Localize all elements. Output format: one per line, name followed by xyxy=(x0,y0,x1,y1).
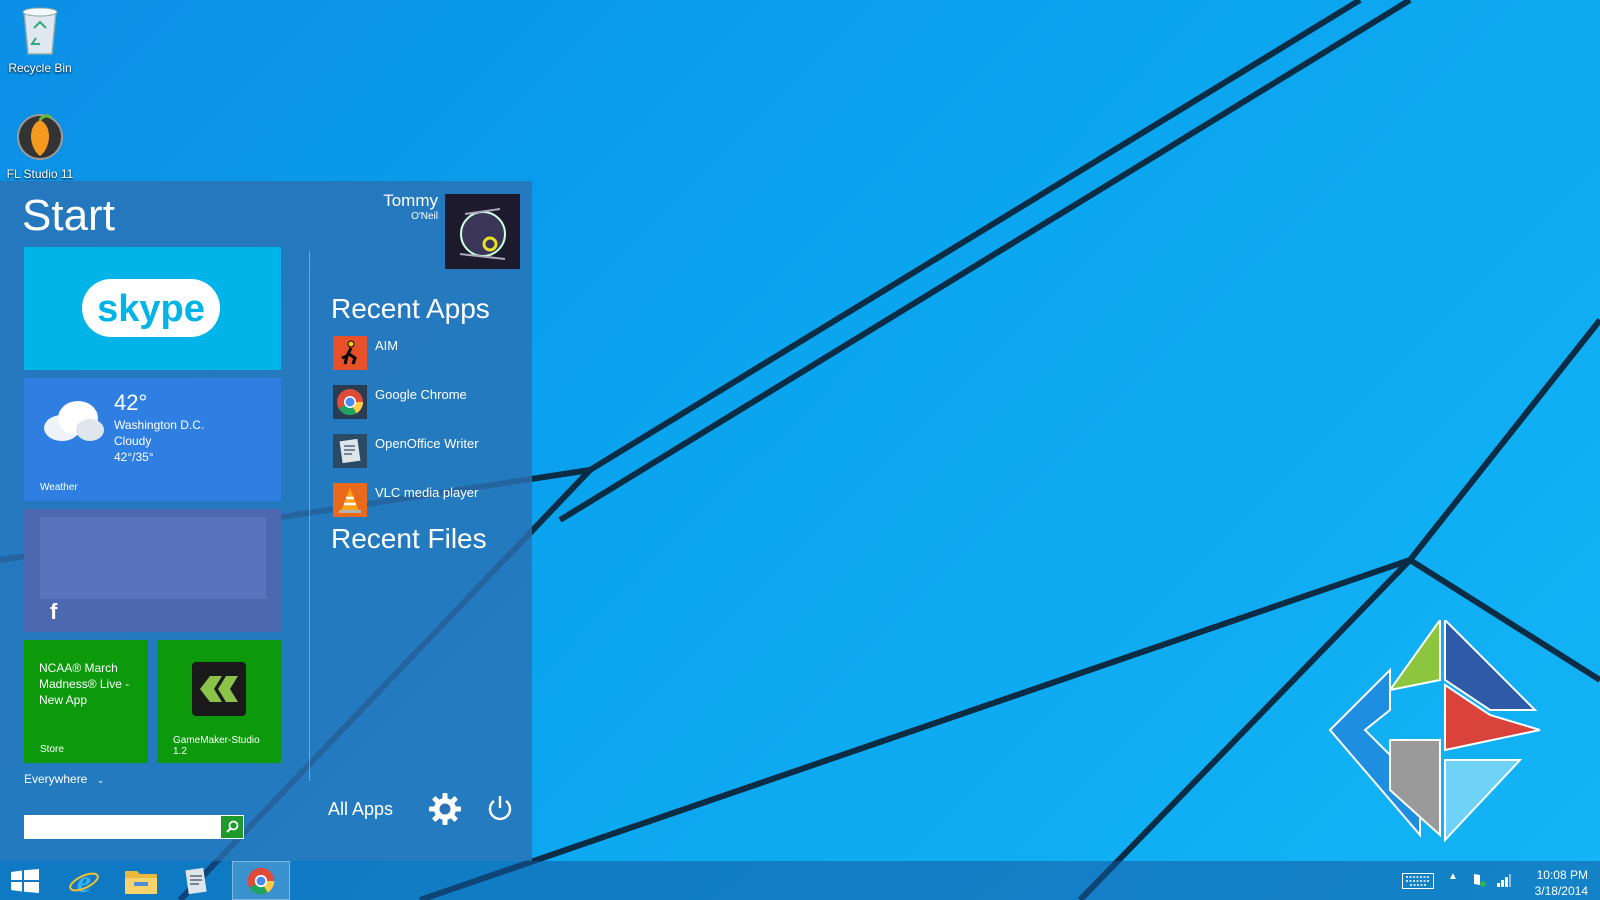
chrome-icon xyxy=(333,385,367,419)
user-last-name: O'Neil xyxy=(411,211,438,222)
user-first-name[interactable]: Tommy xyxy=(383,191,438,211)
facebook-icon: f xyxy=(50,599,58,624)
folder-icon xyxy=(125,871,157,894)
start-menu: Start Tommy O'Neil skype 42° Washington … xyxy=(0,181,532,861)
clock-time: 10:08 PM xyxy=(1536,868,1588,882)
recent-app-chrome[interactable]: Google Chrome xyxy=(333,385,513,421)
taskbar-file-explorer[interactable] xyxy=(112,861,168,900)
gamemaker-tile[interactable]: GameMaker-Studio 1.2 xyxy=(157,640,281,763)
search-input[interactable] xyxy=(24,815,226,837)
chrome-icon xyxy=(247,867,275,895)
weather-tile-label: Weather xyxy=(40,482,78,493)
user-avatar[interactable] xyxy=(445,194,520,269)
search-scope-dropdown[interactable]: Everywhere ⌄ xyxy=(24,772,104,786)
search-box xyxy=(24,815,244,839)
recent-app-openoffice-writer[interactable]: OpenOffice Writer xyxy=(333,434,513,470)
recent-app-vlc[interactable]: VLC media player xyxy=(333,483,513,519)
keyboard-icon[interactable] xyxy=(1402,873,1434,889)
desktop-icon-label: Recycle Bin xyxy=(8,61,72,75)
network-signal-icon[interactable] xyxy=(1496,872,1512,888)
skype-tile[interactable]: skype xyxy=(24,247,281,370)
skype-logo-text: skype xyxy=(97,288,205,330)
weather-tile[interactable]: 42° Washington D.C. Cloudy 42°/35° Weath… xyxy=(24,378,281,501)
weather-city: Washington D.C. xyxy=(114,418,205,432)
weather-temp: 42° xyxy=(114,390,148,415)
start-button[interactable] xyxy=(0,861,56,900)
search-icon xyxy=(226,820,239,833)
search-scope-label: Everywhere xyxy=(24,772,88,786)
recent-app-name: OpenOffice Writer xyxy=(375,436,479,451)
vlc-icon xyxy=(333,483,367,517)
taskbar-internet-explorer[interactable]: e xyxy=(56,861,112,900)
store-tile[interactable]: NCAA® March Madness® Live - New App Stor… xyxy=(24,640,148,763)
recent-files-heading: Recent Files xyxy=(331,523,487,554)
internet-explorer-icon: e xyxy=(69,865,99,897)
store-tile-label: Store xyxy=(40,744,64,755)
gamemaker-tile-label: GameMaker-Studio 1.2 xyxy=(173,735,260,757)
svg-text:e: e xyxy=(77,865,91,897)
search-button[interactable] xyxy=(221,816,243,838)
recent-app-name: VLC media player xyxy=(375,485,479,500)
taskbar-openoffice-writer[interactable] xyxy=(168,861,224,900)
taskbar-chrome[interactable] xyxy=(232,861,290,900)
skype-logo-icon: skype xyxy=(82,279,220,337)
watermark-logo xyxy=(1328,620,1541,843)
recent-app-name: Google Chrome xyxy=(375,387,467,402)
start-title: Start xyxy=(22,191,115,240)
facebook-preview xyxy=(40,517,266,599)
show-hidden-icons-button[interactable]: ▲ xyxy=(1448,871,1458,882)
power-icon[interactable] xyxy=(485,793,515,823)
aim-icon xyxy=(333,336,367,370)
desktop-icon-fl-studio[interactable]: FL Studio 11 xyxy=(0,112,80,181)
facebook-tile[interactable]: f xyxy=(24,509,281,632)
openoffice-writer-icon xyxy=(185,867,207,895)
recent-app-name: AIM xyxy=(375,338,399,353)
fl-studio-icon xyxy=(17,114,63,160)
cloud-icon xyxy=(44,401,104,441)
gamemaker-icon xyxy=(192,662,246,716)
action-center-flag-icon[interactable] xyxy=(1472,872,1488,888)
start-divider xyxy=(309,251,310,781)
system-clock[interactable]: 10:08 PM 3/18/2014 xyxy=(1535,867,1588,899)
clock-date: 3/18/2014 xyxy=(1534,884,1588,898)
weather-range: 42°/35° xyxy=(114,450,154,464)
weather-condition: Cloudy xyxy=(114,434,152,448)
avatar-image xyxy=(445,194,520,269)
recent-apps-heading: Recent Apps xyxy=(331,293,490,324)
chevron-down-icon: ⌄ xyxy=(96,775,105,785)
desktop-icon-recycle-bin[interactable]: Recycle Bin xyxy=(0,4,80,75)
store-tile-title: NCAA® March Madness® Live - New App xyxy=(39,661,130,707)
windows-logo-icon xyxy=(11,869,39,893)
all-apps-button[interactable]: All Apps xyxy=(328,799,393,820)
recycle-bin-icon xyxy=(22,7,58,55)
desktop-icon-label: FL Studio 11 xyxy=(6,167,74,181)
recent-app-aim[interactable]: AIM xyxy=(333,336,513,372)
taskbar: e ▲ 10:08 PM 3/18/2014 xyxy=(0,861,1600,900)
openoffice-writer-icon xyxy=(333,434,367,468)
gear-icon[interactable] xyxy=(427,791,463,827)
